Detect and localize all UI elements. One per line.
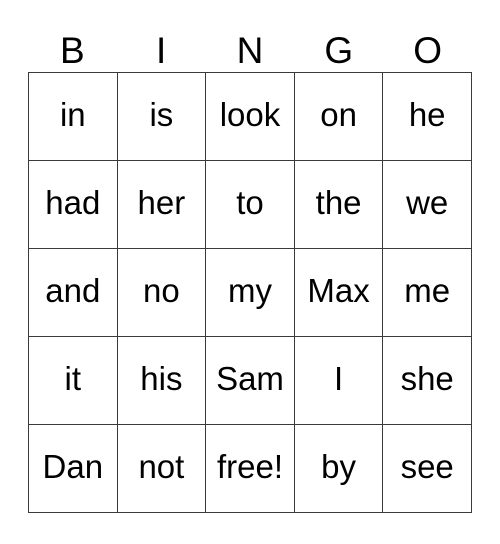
bingo-cell-label: to xyxy=(236,184,264,221)
bingo-cell[interactable]: in xyxy=(29,73,118,161)
bingo-header-letter-b: B xyxy=(60,30,85,71)
bingo-cell[interactable]: his xyxy=(117,337,207,425)
bingo-header-letter-n: N xyxy=(236,30,264,71)
bingo-cell[interactable]: her xyxy=(117,161,207,249)
bingo-card: B I N G O in is look on he had her to th… xyxy=(28,14,472,513)
bingo-cell[interactable]: she xyxy=(383,337,472,425)
bingo-cell[interactable]: it xyxy=(29,337,118,425)
bingo-cell-label: we xyxy=(406,184,449,221)
bingo-cell-label: Max xyxy=(307,272,370,309)
bingo-cell[interactable]: we xyxy=(383,161,472,249)
bingo-cell-label: his xyxy=(140,360,183,397)
bingo-cell-label: free! xyxy=(216,448,284,485)
bingo-cell-label: I xyxy=(334,360,344,397)
bingo-cell-label: see xyxy=(400,448,454,485)
bingo-cell[interactable]: on xyxy=(294,73,384,161)
bingo-cell[interactable]: look xyxy=(206,73,295,161)
bingo-cell-label: on xyxy=(320,96,357,133)
bingo-cell-label: me xyxy=(404,272,451,309)
bingo-cell[interactable]: to xyxy=(206,161,295,249)
bingo-cell-label: Sam xyxy=(216,360,284,397)
bingo-cell-label: and xyxy=(45,272,101,309)
bingo-cell[interactable]: no xyxy=(117,249,207,337)
bingo-grid: in is look on he had her to the we and n… xyxy=(28,72,472,513)
bingo-header-letter-o: O xyxy=(413,30,442,71)
bingo-cell[interactable]: I xyxy=(294,337,384,425)
bingo-cell[interactable]: he xyxy=(383,73,472,161)
bingo-cell[interactable]: see xyxy=(383,425,472,513)
bingo-cell-label: she xyxy=(400,360,454,397)
bingo-cell[interactable]: my xyxy=(206,249,295,337)
bingo-cell[interactable]: is xyxy=(117,73,207,161)
bingo-cell[interactable]: not xyxy=(117,425,207,513)
bingo-cell[interactable]: me xyxy=(383,249,472,337)
bingo-cell[interactable]: Sam xyxy=(206,337,295,425)
bingo-cell-label: by xyxy=(321,448,357,485)
bingo-cell[interactable]: the xyxy=(294,161,384,249)
bingo-cell-label: no xyxy=(143,272,180,309)
bingo-cell-label: it xyxy=(64,360,82,397)
bingo-cell-label: Dan xyxy=(42,448,104,485)
bingo-cell-label: look xyxy=(219,96,281,133)
bingo-cell-label: in xyxy=(59,96,86,133)
bingo-cell-label: had xyxy=(45,184,101,221)
bingo-cell-label: my xyxy=(227,272,272,309)
bingo-cell-label: is xyxy=(149,96,174,133)
bingo-cell-label: her xyxy=(137,184,186,221)
bingo-cell[interactable]: Dan xyxy=(29,425,118,513)
bingo-cell[interactable]: and xyxy=(29,249,118,337)
bingo-cell-free[interactable]: free! xyxy=(206,425,295,513)
bingo-cell[interactable]: had xyxy=(29,161,118,249)
bingo-cell[interactable]: by xyxy=(294,425,384,513)
bingo-cell-label: he xyxy=(408,96,446,133)
bingo-cell-label: the xyxy=(315,184,362,221)
bingo-header-row: B I N G O xyxy=(28,14,472,72)
bingo-header-letter-g: G xyxy=(324,30,354,71)
bingo-cell-label: not xyxy=(138,448,185,485)
bingo-cell[interactable]: Max xyxy=(294,249,384,337)
bingo-header-letter-i: I xyxy=(156,30,167,71)
